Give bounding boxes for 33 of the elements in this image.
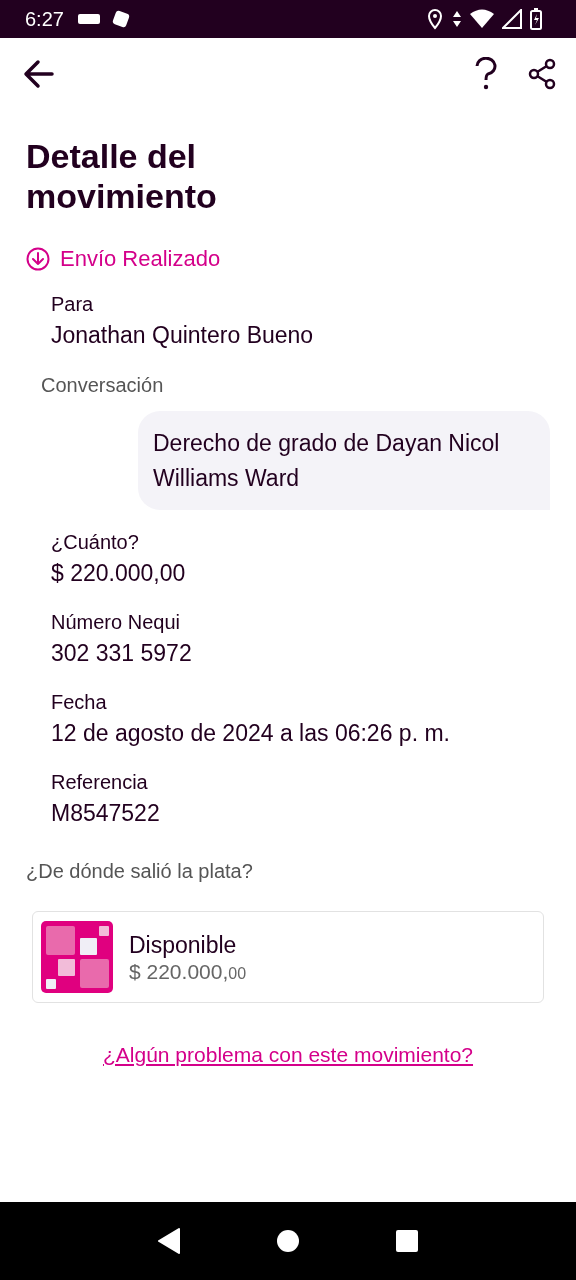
source-label: ¿De dónde salió la plata? (26, 860, 254, 883)
account-card[interactable]: Disponible $ 220.000,00 (32, 911, 544, 1003)
back-nav-icon[interactable] (157, 1228, 182, 1254)
account-name: Disponible (129, 931, 238, 960)
account-balance: $ 220.000,00 (129, 960, 247, 984)
recents-nav-icon[interactable] (394, 1229, 419, 1253)
field-label: Para (51, 292, 95, 317)
field-value: $ 220.000,00 (51, 559, 187, 588)
status-label: Envío Realizado (60, 246, 221, 272)
pocket-icon (41, 921, 113, 993)
problem-link[interactable]: ¿Algún problema con este movimiento? (103, 1043, 473, 1067)
wifi-icon (470, 9, 494, 29)
clock: 6:27 (25, 7, 64, 31)
message-bubble: Derecho de grado de Dayan Nicol Williams Ward (138, 411, 550, 510)
field-label: ¿Cuánto? (51, 530, 140, 555)
signal-icon (502, 9, 522, 29)
download-circle-icon (26, 247, 50, 271)
page-title: Detalle del movimiento (26, 136, 218, 216)
field-value: 302 331 5972 (51, 639, 193, 668)
share-icon[interactable] (526, 58, 558, 90)
back-arrow-icon[interactable] (22, 57, 56, 91)
help-icon[interactable] (474, 57, 498, 91)
location-icon (426, 8, 444, 30)
field-value: M8547522 (51, 799, 161, 828)
conversation-label: Conversación (41, 374, 165, 397)
field-label: Número Nequi (51, 610, 181, 635)
field-label: Fecha (51, 690, 108, 715)
field-label: Referencia (51, 770, 149, 795)
battery-icon (530, 8, 542, 30)
field-value: 12 de agosto de 2024 a las 06:26 p. m. (51, 719, 451, 748)
data-arrows-icon (452, 9, 462, 29)
home-nav-icon[interactable] (276, 1229, 300, 1253)
field-value: Jonathan Quintero Bueno (51, 321, 315, 350)
